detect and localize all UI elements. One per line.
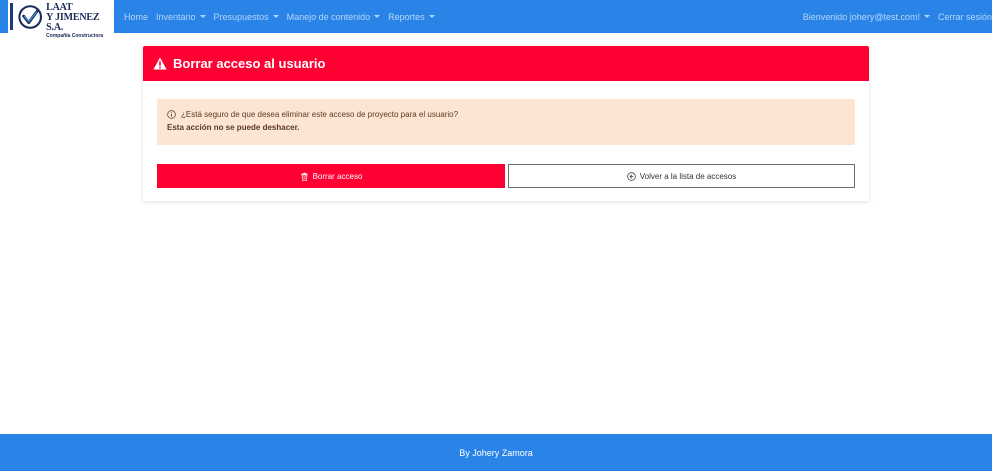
footer-credit: By Johery Zamora — [459, 447, 533, 458]
nav-reportes-label: Reportes — [388, 11, 425, 22]
chevron-down-icon — [428, 15, 435, 18]
delete-access-label: Borrar acceso — [312, 171, 363, 181]
chevron-down-icon — [272, 15, 279, 18]
trash-icon — [300, 172, 308, 181]
brand-name-line2: Y JIMENEZ S.A. — [46, 11, 100, 33]
footer: By Johery Zamora — [0, 434, 992, 471]
alert-question: ¿Está seguro de que desea eliminar este … — [181, 110, 459, 119]
chevron-down-icon — [199, 15, 206, 18]
alert-warning: Esta acción no se puede deshacer. — [167, 123, 300, 132]
nav-inventario-label: Inventario — [156, 11, 196, 22]
arrow-left-circle-icon — [627, 171, 636, 181]
chevron-down-icon — [374, 15, 381, 18]
navbar: VAN DER LAAT Y JIMENEZ S.A. Compañía Con… — [0, 0, 992, 38]
nav-menu: Home Inventario Presupuestos Manejo de c… — [124, 0, 435, 33]
back-to-list-label: Volver a la lista de accesos — [639, 171, 737, 181]
nav-manejo-label: Manejo de contenido — [286, 11, 371, 22]
brand-bar — [10, 3, 13, 30]
delete-access-button[interactable]: Borrar acceso — [157, 164, 505, 188]
brand-name-line1: VAN DER LAAT — [46, 0, 89, 13]
nav-manejo-dropdown[interactable]: Manejo de contenido — [287, 12, 381, 22]
brand-text: VAN DER LAAT Y JIMENEZ S.A. Compañía Con… — [46, 0, 114, 39]
delete-access-card: Borrar acceso al usuario ¿Está seguro de… — [143, 46, 869, 201]
nav-user-menu: Bienvenido johery@test.com! Cerrar sesió… — [803, 0, 992, 33]
nav-home[interactable]: Home — [124, 12, 148, 22]
chevron-down-icon — [923, 15, 930, 18]
brand-tagline: Compañía Constructora — [46, 32, 104, 39]
card-header: Borrar acceso al usuario — [143, 46, 869, 81]
nav-presupuestos-label: Presupuestos — [213, 11, 269, 22]
brand-logo-link[interactable]: VAN DER LAAT Y JIMENEZ S.A. Compañía Con… — [8, 0, 114, 38]
logout-link[interactable]: Cerrar sesión — [938, 12, 992, 22]
info-circle-icon — [167, 110, 176, 119]
back-to-list-button[interactable]: Volver a la lista de accesos — [508, 164, 855, 188]
user-greeting: Bienvenido johery@test.com! — [802, 11, 920, 22]
nav-reportes-dropdown[interactable]: Reportes — [388, 12, 435, 22]
alert-question-line: ¿Está seguro de que desea eliminar este … — [167, 110, 855, 119]
page-title: Borrar acceso al usuario — [173, 56, 326, 71]
warning-triangle-icon — [153, 57, 167, 70]
confirmation-alert: ¿Está seguro de que desea eliminar este … — [157, 99, 855, 145]
user-dropdown[interactable]: Bienvenido johery@test.com! — [803, 12, 930, 22]
nav-presupuestos-dropdown[interactable]: Presupuestos — [214, 12, 279, 22]
nav-inventario-dropdown[interactable]: Inventario — [156, 12, 206, 22]
company-logo-icon — [18, 4, 42, 29]
